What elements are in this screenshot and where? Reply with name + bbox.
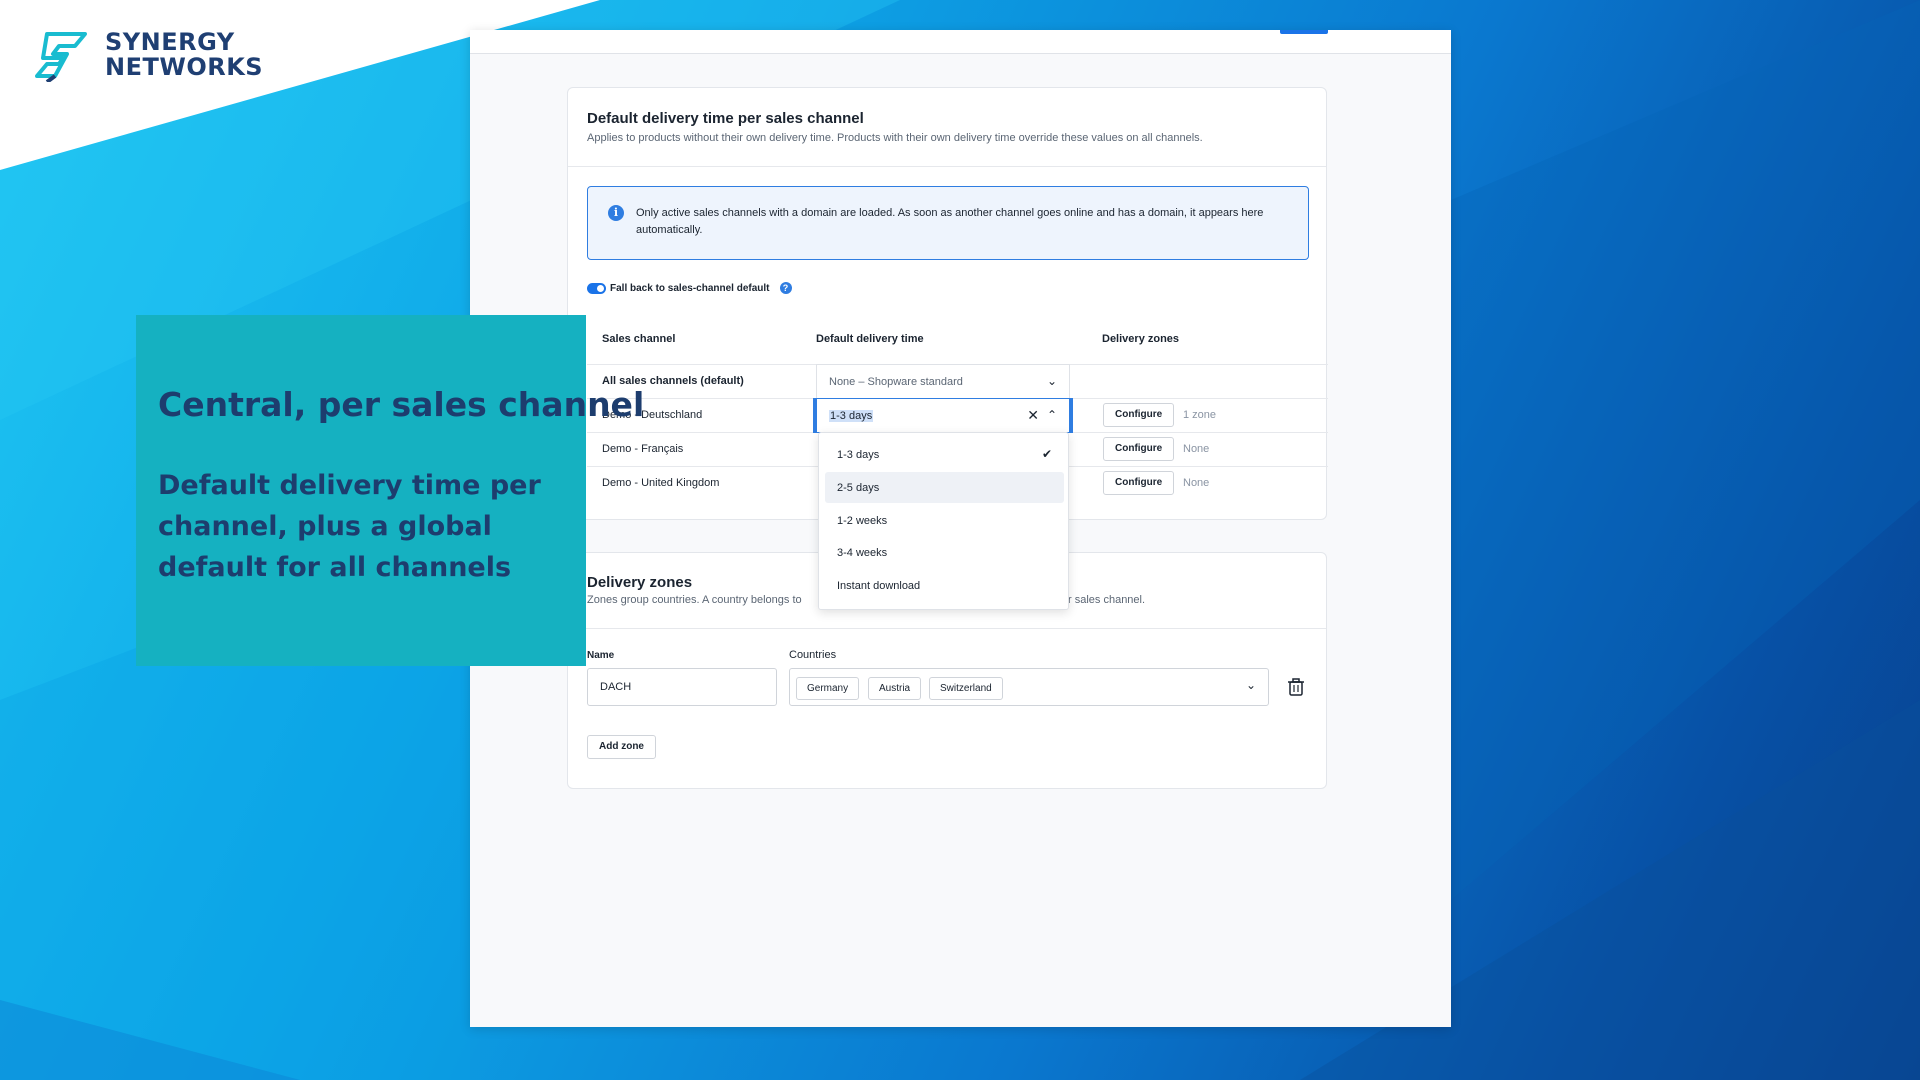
dropdown-option[interactable]: 3-4 weeks bbox=[825, 537, 1064, 568]
card-subtitle-left: Zones group countries. A country belongs… bbox=[587, 594, 802, 606]
admin-screenshot-panel: Default delivery time per sales channel … bbox=[470, 30, 1451, 1027]
fallback-toggle[interactable] bbox=[587, 282, 606, 294]
zones-count: 1 zone bbox=[1183, 409, 1217, 421]
help-icon[interactable]: ? bbox=[779, 282, 792, 294]
column-header-delivery-time: Default delivery time bbox=[816, 333, 924, 345]
option-label: 2-5 days bbox=[837, 482, 880, 494]
chevron-down-icon: ⌄ bbox=[1046, 374, 1057, 388]
option-label: 3-4 weeks bbox=[837, 547, 888, 559]
column-header-sales-channel: Sales channel bbox=[602, 333, 676, 345]
card-subtitle: Applies to products without their own de… bbox=[587, 132, 1203, 144]
countries-label: Countries bbox=[789, 649, 837, 661]
delivery-time-dropdown: 1-3 days ✔ 2-5 days 1-2 weeks 3-4 weeks … bbox=[818, 432, 1069, 610]
add-zone-button[interactable]: Add zone bbox=[587, 735, 656, 759]
countries-multiselect[interactable]: Germany Austria Switzerland ⌄ bbox=[789, 668, 1269, 706]
dropdown-option[interactable]: 1-3 days ✔ bbox=[825, 439, 1064, 470]
chevron-up-icon[interactable]: ⌃ bbox=[1047, 408, 1057, 422]
zone-name-input[interactable]: DACH bbox=[587, 668, 777, 706]
channel-name: Demo - United Kingdom bbox=[602, 477, 720, 489]
select-value: None – Shopware standard bbox=[829, 376, 963, 388]
dropdown-option[interactable]: 2-5 days bbox=[825, 472, 1064, 503]
zones-count: None bbox=[1183, 477, 1210, 489]
dropdown-option[interactable]: Instant download bbox=[825, 570, 1064, 601]
option-label: Instant download bbox=[837, 580, 921, 592]
clear-icon[interactable]: ✕ bbox=[1027, 407, 1039, 424]
info-icon: i bbox=[608, 205, 624, 221]
configure-button[interactable]: Configure bbox=[1103, 437, 1175, 461]
country-chip[interactable]: Switzerland bbox=[929, 677, 1003, 700]
configure-button[interactable]: Configure bbox=[1103, 471, 1175, 495]
option-label: 1-3 days bbox=[837, 449, 880, 461]
active-tab-indicator bbox=[1280, 30, 1328, 34]
card-subtitle-right: r sales channel. bbox=[1068, 594, 1146, 606]
synergy-logo-icon bbox=[35, 32, 87, 82]
delivery-time-select-open[interactable]: 1-3 days ✕ ⌃ bbox=[816, 398, 1070, 433]
select-value: 1-3 days bbox=[829, 410, 874, 422]
country-chip[interactable]: Germany bbox=[796, 677, 860, 700]
top-bar bbox=[470, 30, 1451, 54]
callout-title: Central, per sales channel bbox=[158, 385, 645, 424]
brand-name: SYNERGY NETWORKS bbox=[105, 30, 263, 80]
name-label: Name bbox=[587, 650, 615, 661]
info-box: i Only active sales channels with a doma… bbox=[587, 186, 1309, 260]
country-chip[interactable]: Austria bbox=[868, 677, 922, 700]
card-title: Delivery zones bbox=[587, 574, 693, 591]
callout-text: Default delivery time per channel, plus … bbox=[158, 470, 541, 583]
divider bbox=[568, 628, 1326, 629]
brand-logo: SYNERGY NETWORKS bbox=[33, 28, 263, 82]
option-label: 1-2 weeks bbox=[837, 515, 888, 527]
info-text: Only active sales channels with a domain… bbox=[636, 207, 1264, 236]
column-header-delivery-zones: Delivery zones bbox=[1102, 333, 1180, 345]
toggle-label: Fall back to sales-channel default bbox=[610, 282, 770, 294]
feature-callout: Central, per sales channel Default deliv… bbox=[136, 315, 644, 666]
fallback-toggle-row: Fall back to sales-channel default ? bbox=[587, 282, 792, 294]
brand-line-2: NETWORKS bbox=[105, 53, 264, 81]
zone-name-value: DACH bbox=[600, 681, 632, 693]
dropdown-option[interactable]: 1-2 weeks bbox=[825, 505, 1064, 536]
check-icon: ✔ bbox=[1041, 447, 1052, 461]
card-title: Default delivery time per sales channel bbox=[587, 110, 864, 127]
delivery-time-select[interactable]: None – Shopware standard ⌄ bbox=[816, 364, 1070, 399]
channel-name: Demo - Français bbox=[602, 443, 684, 455]
brand-line-1: SYNERGY bbox=[105, 28, 235, 56]
trash-icon[interactable] bbox=[1288, 678, 1304, 696]
configure-button[interactable]: Configure bbox=[1103, 403, 1175, 427]
zones-count: None bbox=[1183, 443, 1210, 455]
chevron-down-icon: ⌄ bbox=[1245, 678, 1256, 692]
divider bbox=[568, 166, 1326, 167]
